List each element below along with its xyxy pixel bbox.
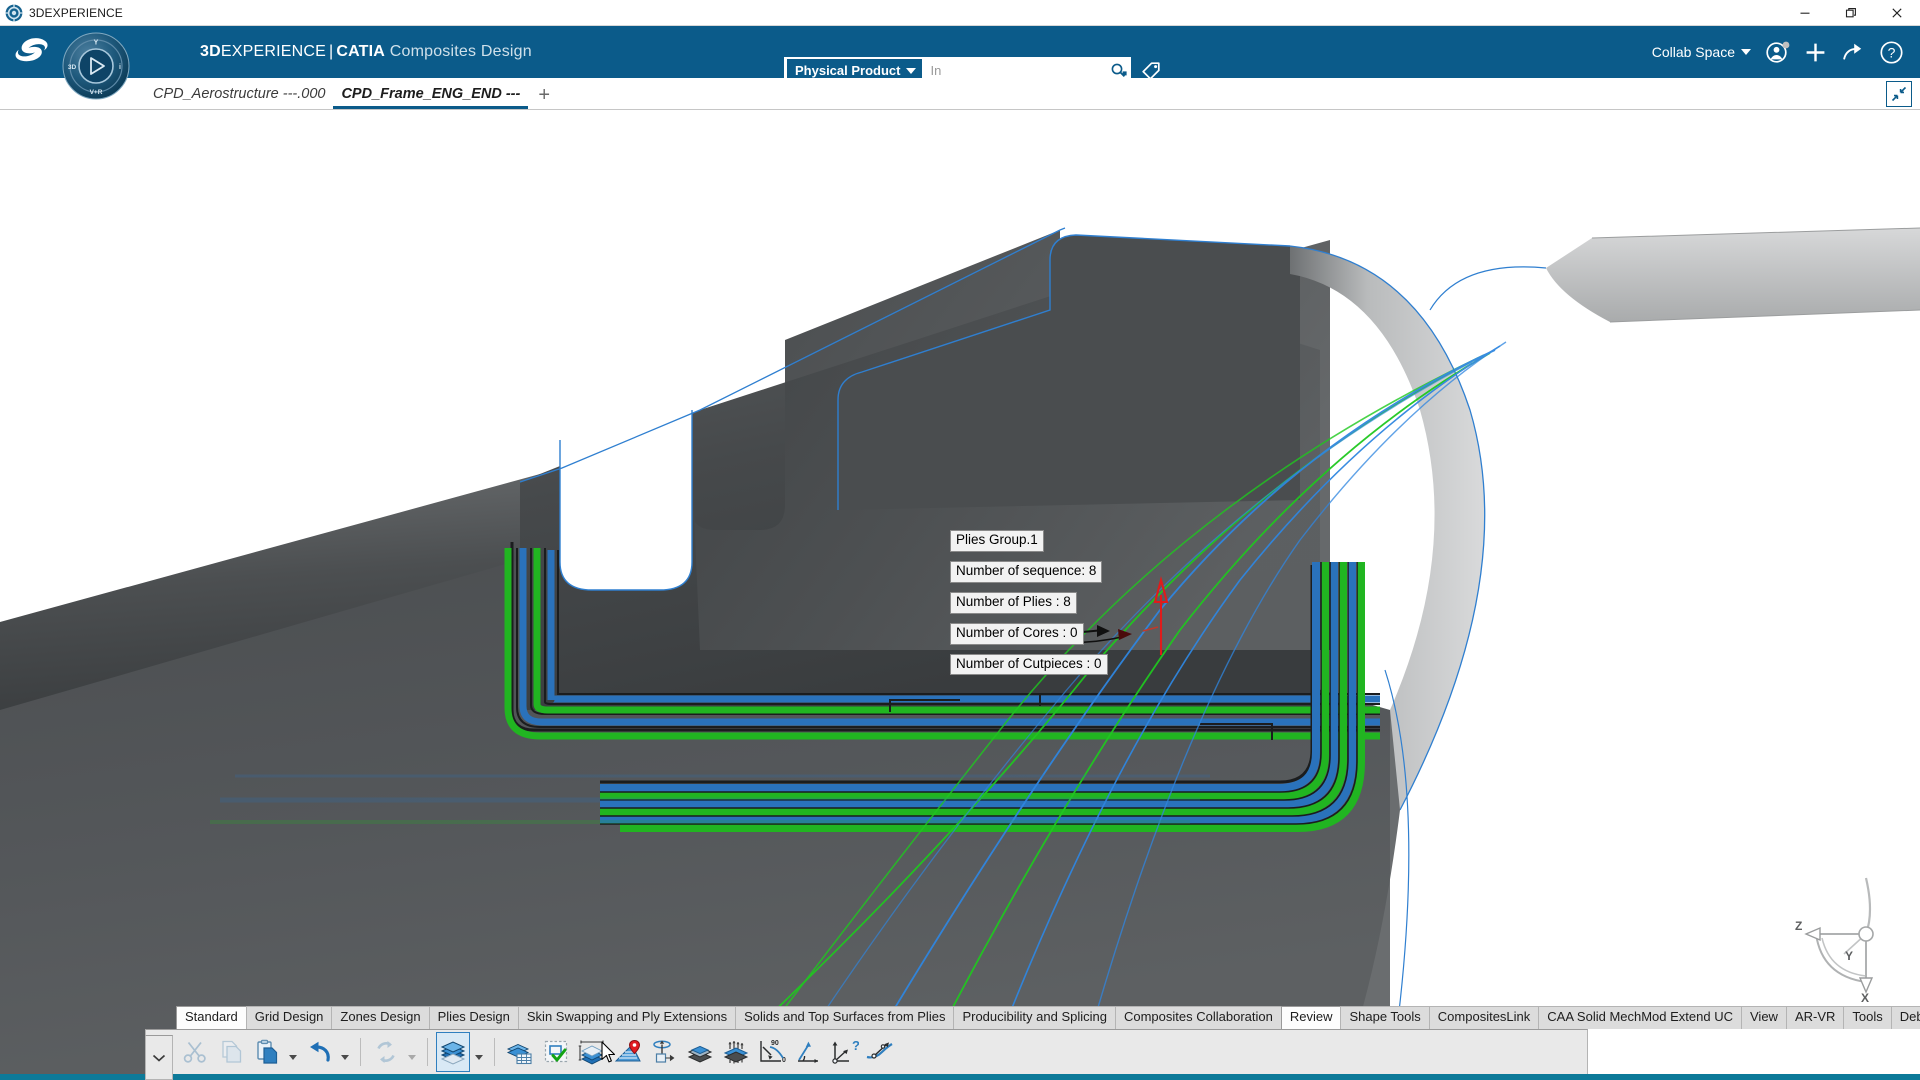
action-tab-review[interactable]: Review [1280, 1006, 1342, 1029]
product-subtitle: Composites Design [389, 43, 532, 60]
angle-measure-icon[interactable] [791, 1032, 825, 1072]
annotation-line-3: Number of Cores : 0 [950, 622, 1084, 645]
chevron-down-icon [906, 67, 917, 74]
document-tab-1[interactable]: CPD_Frame_ENG_END --- [333, 77, 529, 109]
minimize-button[interactable] [1782, 0, 1828, 26]
axis-orientation-compass[interactable]: Z Y X [1782, 872, 1892, 1002]
window-title-text: 3DEXPERIENCE [29, 5, 123, 20]
svg-text:V+R: V+R [90, 89, 103, 96]
plus-icon[interactable] [1804, 41, 1827, 64]
svg-text:?: ? [852, 1039, 859, 1053]
3d-viewport[interactable]: Plies Group.1 Number of sequence: 8 Numb… [0, 110, 1920, 1080]
ply-group-annotation: Plies Group.1 Number of sequence: 8 Numb… [950, 530, 1108, 684]
brand-rest: EXPERIENCE [220, 43, 326, 60]
chevron-down-icon [1741, 49, 1751, 55]
add-tab-button[interactable]: + [528, 77, 560, 109]
action-tab-standard[interactable]: Standard [176, 1006, 247, 1029]
svg-text:i: i [119, 64, 121, 71]
axis-transform-icon[interactable] [647, 1032, 681, 1072]
ply-validation-check-icon[interactable] [539, 1032, 573, 1072]
action-bar-tabs: Standard Grid Design Zones Design Plies … [176, 1005, 1920, 1029]
action-tab-composites-collaboration[interactable]: Composites Collaboration [1114, 1006, 1282, 1029]
collapse-inward-icon[interactable] [1886, 81, 1912, 107]
user-avatar-icon[interactable] [1765, 40, 1790, 65]
cut-icon[interactable] [178, 1032, 212, 1072]
toolbar-divider-3 [494, 1038, 495, 1066]
toolbar-icons: 90 0 [146, 1030, 897, 1075]
search-icon[interactable] [1106, 62, 1130, 79]
svg-text:X: X [1861, 991, 1869, 1002]
app-icon [3, 3, 25, 23]
action-tab-zones-design[interactable]: Zones Design [331, 1006, 430, 1029]
document-tab-0[interactable]: CPD_Aerostructure ---.000 [145, 77, 333, 109]
ds-logo [8, 35, 60, 69]
action-tab-producibility[interactable]: Producibility and Splicing [953, 1006, 1116, 1029]
action-tab-composites-link[interactable]: CompositesLink [1428, 1006, 1540, 1029]
action-bar-collapse-handle[interactable] [145, 1035, 173, 1080]
paste-dropdown-caret[interactable] [286, 1032, 300, 1072]
svg-text:3D: 3D [68, 64, 77, 71]
fiber-flow-icon[interactable] [863, 1032, 897, 1072]
stack-pins-icon[interactable] [719, 1032, 753, 1072]
annotation-line-4: Number of Cutpieces : 0 [950, 653, 1108, 676]
action-tab-plies-design[interactable]: Plies Design [428, 1006, 519, 1029]
action-tab-tools[interactable]: Tools [1843, 1006, 1892, 1029]
window-title-bar: 3DEXPERIENCE [0, 0, 1920, 26]
annotation-line-0: Plies Group.1 [950, 530, 1044, 552]
angle-curve-90-0-icon[interactable]: 90 0 [755, 1032, 789, 1072]
window-controls [1782, 0, 1920, 26]
copy-icon[interactable] [214, 1032, 248, 1072]
svg-text:90: 90 [771, 1040, 779, 1047]
close-button[interactable] [1874, 0, 1920, 26]
action-tab-solids-top-surfaces[interactable]: Solids and Top Surfaces from Plies [735, 1006, 955, 1029]
action-tab-view[interactable]: View [1741, 1006, 1787, 1029]
help-question-icon[interactable]: ? [1879, 40, 1904, 65]
restore-button[interactable] [1828, 0, 1874, 26]
ply-stack-dropdown-caret[interactable] [472, 1032, 486, 1072]
toolbar-divider [360, 1038, 361, 1066]
app-title: 3DEXPERIENCE | CATIA Composites Design [200, 43, 532, 61]
ply-stack-icon[interactable] [436, 1032, 470, 1072]
mouse-pointer-icon [601, 1041, 617, 1068]
action-tab-skin-swapping[interactable]: Skin Swapping and Ply Extensions [517, 1006, 737, 1029]
action-tab-debug[interactable]: Debug [1890, 1006, 1920, 1029]
action-tab-caa-solid-mechmod[interactable]: CAA Solid MechMod Extend UC [1538, 1006, 1742, 1029]
action-bar-toolbar: 90 0 [145, 1029, 1588, 1074]
svg-text:Y: Y [1845, 949, 1853, 963]
header-tools: Collab Space ? [1652, 26, 1910, 78]
brand-bold: 3D [200, 43, 221, 60]
brand-separator: | [329, 43, 334, 60]
document-tab-strip: CPD_Aerostructure ---.000 CPD_Frame_ENG_… [0, 78, 1920, 110]
undo-dropdown-caret[interactable] [338, 1032, 352, 1072]
search-input[interactable] [922, 63, 1107, 78]
product-name: CATIA [336, 43, 386, 60]
paste-icon[interactable] [250, 1032, 284, 1072]
status-strip [0, 1074, 1920, 1080]
collab-space-selector[interactable]: Collab Space [1652, 44, 1751, 60]
layer-swap-icon[interactable] [683, 1032, 717, 1072]
share-arrow-icon[interactable] [1841, 40, 1865, 64]
action-tab-ar-vr[interactable]: AR-VR [1785, 1006, 1845, 1029]
annotation-line-2: Number of Plies : 8 [950, 591, 1077, 614]
toolbar-divider-2 [427, 1038, 428, 1066]
ply-table-icon[interactable] [503, 1032, 537, 1072]
axis-query-icon[interactable]: ? [827, 1032, 861, 1072]
3dexperience-compass[interactable]: Y 3D i V+R [62, 32, 130, 100]
svg-text:?: ? [1888, 44, 1896, 60]
update-refresh-icon[interactable] [369, 1032, 403, 1072]
collab-space-label: Collab Space [1651, 44, 1735, 60]
action-bar: Standard Grid Design Zones Design Plies … [0, 1005, 1920, 1080]
svg-text:Y: Y [94, 40, 99, 47]
document-tabs: CPD_Aerostructure ---.000 CPD_Frame_ENG_… [145, 77, 560, 109]
svg-text:Z: Z [1795, 919, 1802, 933]
update-dropdown-caret[interactable] [405, 1032, 419, 1072]
application-header: Y 3D i V+R 3DEXPERIENCE | CATIA Composites… [0, 26, 1920, 100]
annotation-line-1: Number of sequence: 8 [950, 560, 1103, 583]
search-scope-label: Physical Product [795, 63, 901, 78]
undo-icon[interactable] [302, 1032, 336, 1072]
action-tab-shape-tools[interactable]: Shape Tools [1340, 1006, 1430, 1029]
action-tab-grid-design[interactable]: Grid Design [245, 1006, 333, 1029]
